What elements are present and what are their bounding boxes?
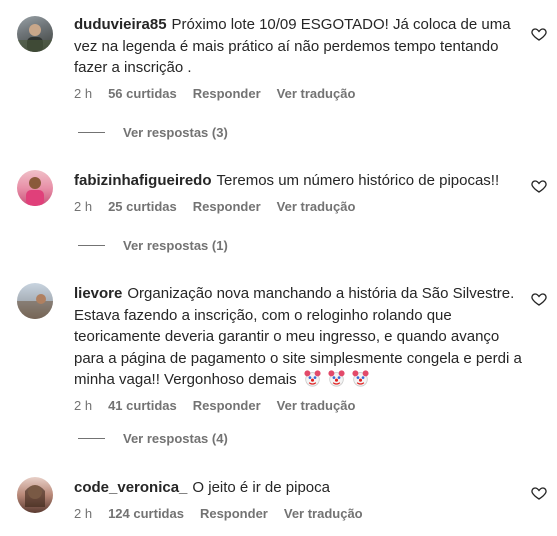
likes-count[interactable]: 56 curtidas [108,86,177,101]
avatar[interactable] [17,16,53,52]
view-replies-label: Ver respostas (1) [123,238,228,253]
divider [78,132,105,133]
reply-button[interactable]: Responder [200,506,268,521]
translate-button[interactable]: Ver tradução [284,506,363,521]
clown-emoji-icon [328,370,345,387]
likes-count[interactable]: 25 curtidas [108,199,177,214]
comment-text-block: duduvieira85 Próximo lote 10/09 ESGOTADO!… [74,14,527,79]
translate-button[interactable]: Ver tradução [277,86,356,101]
comment-time: 2 h [74,398,93,413]
comment-text: O jeito é ir de pipoca [192,479,330,496]
avatar[interactable] [17,170,53,206]
comment-username[interactable]: code_veronica_ [74,479,187,496]
heart-icon[interactable] [531,26,547,42]
heart-icon[interactable] [531,485,547,501]
comment-time: 2 h [74,199,93,214]
comment-text-block: code_veronica_ O jeito é ir de pipoca [74,477,527,499]
heart-icon[interactable] [531,291,547,307]
divider [78,245,105,246]
comment-time: 2 h [74,506,93,521]
view-replies-label: Ver respostas (3) [123,125,228,140]
comment-time: 2 h [74,86,93,101]
likes-count[interactable]: 124 curtidas [108,506,184,521]
comment-username[interactable]: fabizinhafigueiredo [74,172,212,189]
heart-icon[interactable] [531,178,547,194]
view-replies-button[interactable]: Ver respostas (4) [78,431,228,446]
reply-button[interactable]: Responder [193,199,261,214]
reply-button[interactable]: Responder [193,398,261,413]
view-replies-label: Ver respostas (4) [123,431,228,446]
view-replies-button[interactable]: Ver respostas (3) [78,125,228,140]
avatar[interactable] [17,283,53,319]
likes-count[interactable]: 41 curtidas [108,398,177,413]
clown-emoji-icon [352,370,369,387]
comment-text: Organização nova manchando a história da… [74,285,522,388]
comment-username[interactable]: lievore [74,285,122,302]
translate-button[interactable]: Ver tradução [277,199,356,214]
translate-button[interactable]: Ver tradução [277,398,356,413]
divider [78,438,105,439]
avatar[interactable] [17,477,53,513]
comment-text-block: fabizinhafigueiredo Teremos um número his… [74,170,527,192]
emoji-group [304,370,372,388]
clown-emoji-icon [304,370,321,387]
comment-text-block: lievore Organização nova manchando a hist… [74,283,527,391]
view-replies-button[interactable]: Ver respostas (1) [78,238,228,253]
comment-text: Teremos um número histórico de pipocas!! [216,172,500,189]
reply-button[interactable]: Responder [193,86,261,101]
comment-username[interactable]: duduvieira85 [74,16,167,33]
